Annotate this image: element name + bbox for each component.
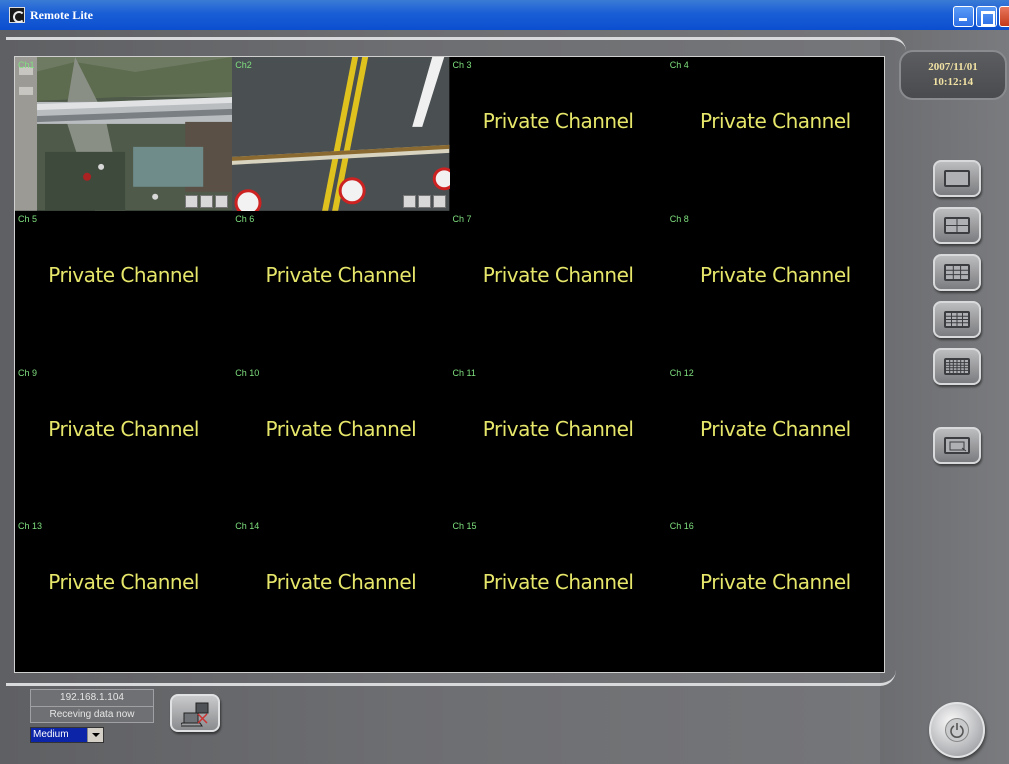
connection-status-box: 192.168.1.104 Receving data now xyxy=(30,689,154,723)
channel-label: Ch 8 xyxy=(669,213,689,224)
power-icon xyxy=(950,723,964,738)
close-button[interactable] xyxy=(999,6,1009,27)
main-frame: Ch1 Ch2 Ch 3 Private Channel Ch 4 Privat… xyxy=(0,30,1009,764)
frame-top-divider xyxy=(6,37,906,51)
minimize-button[interactable] xyxy=(953,6,974,27)
fullscreen-view-button[interactable] xyxy=(933,427,981,464)
channel-cell-16[interactable]: Ch 16 Private Channel xyxy=(667,518,884,672)
channel-label: Ch 12 xyxy=(669,367,694,378)
private-channel-text: Private Channel xyxy=(700,262,851,287)
channel-label: Ch 16 xyxy=(669,521,694,532)
channel-label: Ch 5 xyxy=(18,213,38,224)
channel-cell-14[interactable]: Ch 14 Private Channel xyxy=(232,518,449,672)
private-channel-text: Private Channel xyxy=(482,416,634,441)
channel-label: Ch 3 xyxy=(452,60,472,70)
video-grid: Ch1 Ch2 Ch 3 Private Channel Ch 4 Privat… xyxy=(14,56,885,673)
app-logo-icon xyxy=(9,7,25,23)
nine-view-icon xyxy=(944,264,970,281)
private-channel-text: Private Channel xyxy=(265,262,417,287)
channel-label: Ch1 xyxy=(18,60,35,70)
chevron-down-icon[interactable] xyxy=(87,728,103,742)
single-view-button[interactable] xyxy=(933,160,981,197)
private-channel-text: Private Channel xyxy=(48,416,199,441)
feed-status-icons xyxy=(402,194,446,208)
channel-cell-6[interactable]: Ch 6 Private Channel xyxy=(232,211,449,365)
private-channel-text: Private Channel xyxy=(48,262,199,287)
record-icon xyxy=(402,194,416,208)
window-title: Remote Lite xyxy=(30,7,93,22)
channel-label: Ch 9 xyxy=(18,367,38,378)
motion-icon xyxy=(417,194,431,208)
network-connect-icon xyxy=(181,702,209,727)
single-view-icon xyxy=(944,170,970,187)
channel-cell-9[interactable]: Ch 9 Private Channel xyxy=(15,365,232,519)
record-icon xyxy=(185,194,199,208)
channel-cell-1[interactable]: Ch1 xyxy=(15,57,233,211)
date-time-display: 2007/11/01 10:12:14 xyxy=(899,50,1007,100)
status-message: Receving data now xyxy=(31,706,153,722)
channel-cell-4[interactable]: Ch 4 Private Channel xyxy=(667,57,884,211)
channel-label: Ch 6 xyxy=(235,213,255,224)
channel-label: Ch 15 xyxy=(452,521,477,532)
private-channel-text: Private Channel xyxy=(48,570,199,595)
channel-cell-5[interactable]: Ch 5 Private Channel xyxy=(15,211,232,365)
side-panel xyxy=(880,30,1009,764)
channel-cell-3[interactable]: Ch 3 Private Channel xyxy=(450,57,667,211)
nine-view-button[interactable] xyxy=(933,254,981,291)
alarm-icon xyxy=(432,194,446,208)
private-channel-text: Private Channel xyxy=(482,109,634,133)
private-channel-text: Private Channel xyxy=(700,570,851,595)
channel-label: Ch 13 xyxy=(18,521,43,532)
channel-label: Ch 14 xyxy=(235,521,260,532)
motion-icon xyxy=(200,194,214,208)
power-button[interactable] xyxy=(929,702,985,758)
full-grid-view-button[interactable] xyxy=(933,348,981,385)
private-channel-text: Private Channel xyxy=(482,262,634,287)
channel-cell-7[interactable]: Ch 7 Private Channel xyxy=(450,211,667,365)
quality-selected-value: Medium xyxy=(31,728,87,742)
date-text: 2007/11/01 xyxy=(928,61,978,73)
quad-view-icon xyxy=(944,217,970,234)
connect-button[interactable] xyxy=(170,694,220,732)
feed-status-icons xyxy=(185,194,229,208)
private-channel-text: Private Channel xyxy=(265,416,417,441)
ip-address: 192.168.1.104 xyxy=(60,692,124,703)
channel-label: Ch 11 xyxy=(452,367,476,378)
private-channel-text: Private Channel xyxy=(700,109,851,133)
alarm-icon xyxy=(215,194,229,208)
sixteen-view-icon xyxy=(944,311,970,328)
quad-view-button[interactable] xyxy=(933,207,981,244)
channel-cell-2[interactable]: Ch2 xyxy=(232,57,450,211)
channel-cell-15[interactable]: Ch 15 Private Channel xyxy=(450,518,667,672)
maximize-button[interactable] xyxy=(976,6,997,27)
channel-cell-8[interactable]: Ch 8 Private Channel xyxy=(667,211,884,365)
quality-dropdown[interactable]: Medium xyxy=(30,727,104,743)
channel-cell-11[interactable]: Ch 11 Private Channel xyxy=(450,365,667,519)
channel-label: Ch 7 xyxy=(452,213,472,224)
channel-label: Ch2 xyxy=(235,60,252,70)
channel-cell-10[interactable]: Ch 10 Private Channel xyxy=(232,365,449,519)
sixteen-view-button[interactable] xyxy=(933,301,981,338)
channel-cell-13[interactable]: Ch 13 Private Channel xyxy=(15,518,232,672)
full-grid-view-icon xyxy=(944,358,970,375)
channel-label: Ch 10 xyxy=(235,367,260,378)
camera-feed-2 xyxy=(232,57,450,211)
private-channel-text: Private Channel xyxy=(700,416,851,441)
time-text: 10:12:14 xyxy=(932,76,974,88)
channel-cell-12[interactable]: Ch 12 Private Channel xyxy=(667,365,884,519)
camera-feed-1 xyxy=(15,57,233,211)
private-channel-text: Private Channel xyxy=(265,570,417,595)
window-controls xyxy=(953,6,1009,27)
fullscreen-view-icon xyxy=(944,437,970,454)
title-bar: Remote Lite xyxy=(0,0,1009,30)
private-channel-text: Private Channel xyxy=(482,570,634,595)
channel-label: Ch 4 xyxy=(669,60,689,70)
